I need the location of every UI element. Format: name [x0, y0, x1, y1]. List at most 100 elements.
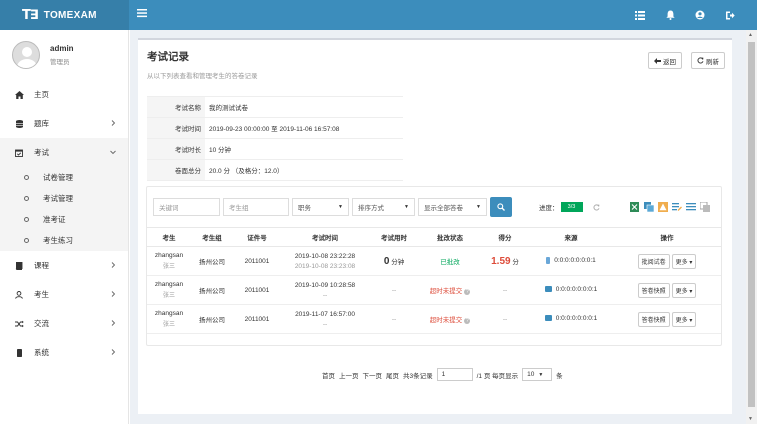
show-select[interactable]: 显示全部答卷 ▼	[418, 198, 487, 216]
sort-select[interactable]: 排序方式 ▼	[352, 198, 415, 216]
back-button[interactable]: 返回	[648, 52, 682, 69]
cell-status: 超时未提交?	[419, 275, 481, 305]
records-table: 考生 考生组 证件号 考试时间 考试用时 批改状态 得分 来源 操作 zhang…	[147, 227, 721, 334]
more-button[interactable]: 更多 ▾	[671, 253, 697, 269]
records-panel: 关键词 考生组 职务 ▼ 排序方式 ▼ 显示全部答卷 ▼ 进度： 3/3 考生 …	[146, 186, 722, 346]
cell-source: 0:0:0:0:0:0:0:1	[529, 246, 613, 276]
cell-actions: 批阅试卷 更多 ▾	[613, 246, 721, 276]
duplicate-icon[interactable]	[698, 201, 711, 213]
copy-icon[interactable]	[642, 201, 655, 213]
sidebar-item-label: 主页	[34, 90, 49, 99]
score-value: 1.59	[491, 255, 511, 267]
sidebar-item-home[interactable]: 主页	[0, 80, 128, 109]
circle-icon	[24, 175, 29, 180]
col-header: 考试时间	[281, 227, 369, 247]
source-ip: 0:0:0:0:0:0:0:1	[555, 314, 598, 322]
keyword-input[interactable]: 关键词	[153, 198, 220, 216]
toolbar-icons	[628, 201, 712, 213]
sidebar-item-system[interactable]: 系统	[0, 338, 128, 367]
top-navbar: T∃ TOMEXAM	[0, 0, 757, 30]
user-name: admin	[50, 44, 74, 53]
status-label: 超时未提交	[429, 288, 463, 295]
list-icon[interactable]	[625, 0, 655, 30]
export-excel-icon[interactable]	[628, 201, 641, 213]
bell-icon[interactable]	[655, 0, 685, 30]
cell-id: 2011001	[233, 275, 281, 305]
page-subtitle: 从以下列表查看和管理考生的答卷记录	[147, 73, 258, 80]
list-edit-icon[interactable]	[670, 201, 683, 213]
table-row: zhangsan 张三 扬州公司 2011001 2019-10-08 23:22…	[147, 246, 721, 276]
sidebar-subitem-practice[interactable]: 考生练习	[0, 230, 128, 251]
source-ip: 0:0:0:0:0:0:0:1	[555, 285, 598, 293]
sidebar-subitem-paper[interactable]: 试卷管理	[0, 167, 128, 188]
cell-id: 2011001	[233, 246, 281, 276]
sidebar-subitem-admission[interactable]: 准考证	[0, 209, 128, 230]
more-button[interactable]: 更多 ▾	[671, 282, 697, 298]
cell-actions: 答卷快照 更多 ▾	[613, 275, 721, 305]
mobile-icon	[546, 256, 551, 264]
more-button-label: 更多	[675, 259, 688, 266]
table-row: zhangsan 张三 扬州公司 2011001 2019-11-07 16:57…	[147, 304, 721, 334]
refresh-button[interactable]: 刷新	[691, 52, 725, 69]
sidebar-subitem-label: 准考证	[43, 215, 66, 224]
main-box: 考试记录 从以下列表查看和管理考生的答卷记录 返回 刷新 考试名称 我的测试试卷 …	[138, 38, 732, 414]
scroll-thumb[interactable]	[748, 42, 755, 407]
sidebar-item-label: 考试	[34, 148, 49, 157]
sidebar-item-course[interactable]: 课程	[0, 251, 128, 280]
sidebar-item-exam[interactable]: 考试	[0, 138, 128, 167]
refresh-button-label: 刷新	[706, 58, 719, 66]
pager-last[interactable]: 尾页	[386, 370, 399, 380]
cell-status: 已批改	[419, 246, 481, 276]
page-title: 考试记录	[147, 51, 189, 63]
page-scrollbar[interactable]: ▲ ▼	[746, 30, 757, 424]
page-number-input[interactable]: 1	[436, 368, 473, 381]
scroll-up-icon[interactable]: ▲	[748, 32, 753, 38]
list-icon[interactable]	[684, 201, 697, 213]
mobile-icon	[14, 348, 24, 357]
pager-pages: /1 页 每页显示	[476, 372, 519, 380]
pager-next[interactable]: 下一页	[363, 370, 383, 380]
candidate-username: zhangsan	[154, 252, 184, 259]
snapshot-button[interactable]: 答卷快照	[637, 311, 670, 327]
back-button-label: 返回	[663, 58, 676, 66]
group-input[interactable]: 考生组	[223, 198, 289, 216]
per-page-select[interactable]: 10 ▼	[522, 368, 553, 381]
sidebar-subitem-exam-manage[interactable]: 考试管理	[0, 188, 128, 209]
cell-duration: --	[369, 275, 419, 305]
sidebar-item-exchange[interactable]: 交流	[0, 309, 128, 338]
question-icon[interactable]: ?	[464, 289, 471, 295]
table-header-row: 考生 考生组 证件号 考试时间 考试用时 批改状态 得分 来源 操作	[147, 227, 721, 247]
arrow-left-icon	[654, 57, 661, 64]
logo[interactable]: T∃ TOMEXAM	[0, 0, 129, 30]
chevron-right-icon	[111, 349, 116, 355]
snapshot-button[interactable]: 答卷快照	[637, 282, 670, 298]
user-circle-icon[interactable]	[685, 0, 715, 30]
pager-prev[interactable]: 上一页	[339, 370, 359, 380]
search-button[interactable]	[490, 197, 512, 217]
show-select-label: 显示全部答卷	[424, 205, 463, 212]
col-header: 得分	[481, 227, 529, 247]
logout-icon[interactable]	[715, 0, 745, 30]
info-key: 考试时间	[147, 118, 205, 138]
info-value: 20.0 分 （及格分：12.0）	[209, 168, 284, 175]
search-icon	[497, 203, 505, 211]
col-header: 考生	[147, 227, 191, 247]
logo-text: TOMEXAM	[43, 9, 97, 21]
source-ip: 0:0:0:0:0:0:0:1	[554, 256, 596, 264]
position-select[interactable]: 职务 ▼	[292, 198, 349, 216]
warning-icon[interactable]	[656, 201, 669, 213]
sidebar-item-bank[interactable]: 题库	[0, 109, 128, 138]
review-paper-button[interactable]: 批阅试卷	[637, 253, 670, 269]
more-button[interactable]: 更多 ▾	[671, 311, 697, 327]
more-button-label: 更多	[675, 288, 688, 295]
question-icon[interactable]: ?	[464, 318, 471, 324]
pager-first[interactable]: 首页	[322, 370, 335, 380]
sidebar-item-candidate[interactable]: 考生	[0, 280, 128, 309]
avatar	[12, 41, 40, 69]
candidate-name: 张三	[162, 293, 175, 299]
scroll-down-icon[interactable]: ▼	[748, 416, 753, 422]
sidebar-toggle-icon[interactable]	[137, 7, 151, 21]
refresh-icon[interactable]	[593, 203, 600, 211]
cell-status: 超时未提交?	[419, 304, 481, 334]
info-key: 考试时长	[147, 139, 205, 159]
